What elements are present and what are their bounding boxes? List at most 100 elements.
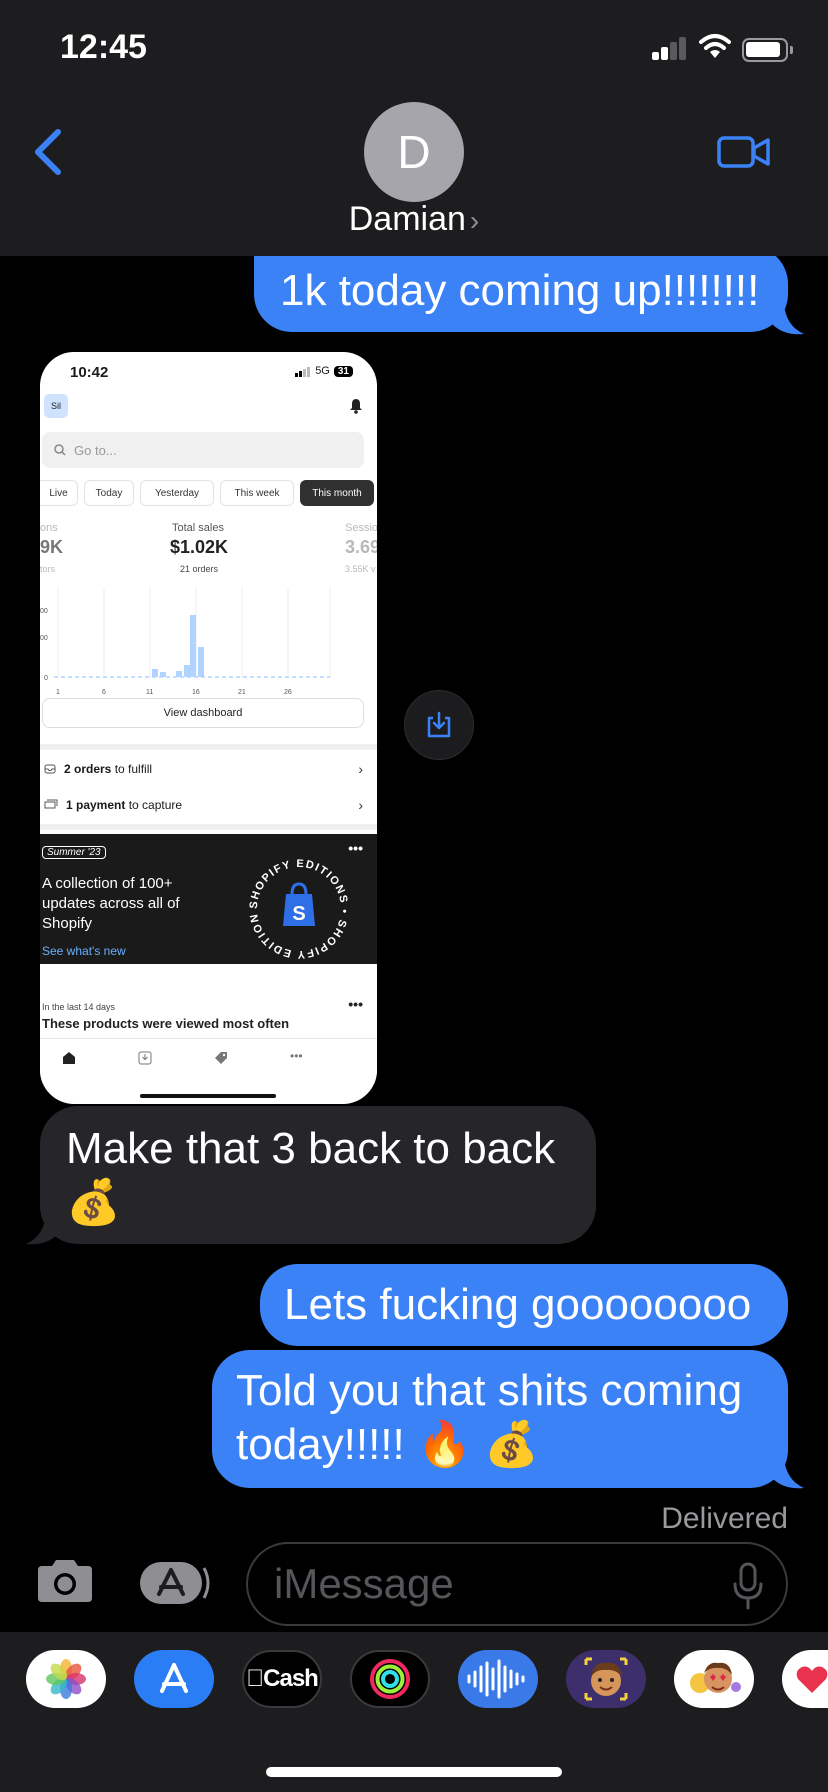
shot-network-label: 5G	[315, 365, 330, 377]
search-icon	[54, 444, 66, 456]
chevron-right-icon: ›	[358, 797, 363, 813]
cash-label: Cash	[254, 1665, 319, 1692]
memoji-stickers-icon	[690, 1662, 741, 1693]
tab-this-month: This month	[300, 480, 374, 506]
facetime-video-icon[interactable]	[716, 132, 772, 172]
shot-status-icons: 5G 31	[295, 365, 353, 377]
left-metric-value: 9K	[40, 537, 64, 557]
wifi-icon	[699, 34, 731, 58]
delivered-status: Delivered	[661, 1502, 788, 1535]
x-tick: 6	[102, 689, 106, 696]
bubble-tail	[26, 1214, 58, 1245]
shot-home-indicator	[140, 1094, 276, 1098]
see-whats-new-link: See what's new	[42, 944, 126, 958]
divider	[40, 744, 377, 750]
back-chevron-icon[interactable]	[28, 124, 68, 180]
digital-touch-app-button[interactable]	[782, 1650, 828, 1708]
sales-bar-chart: 00 00 0 1 6 11 16 21 26	[40, 588, 331, 696]
x-tick: 21	[238, 689, 246, 696]
sessions-label: Sessio	[345, 522, 377, 534]
message-placeholder: iMessage	[274, 1560, 454, 1607]
audio-message-app-button[interactable]	[458, 1650, 538, 1708]
x-tick: 26	[284, 689, 292, 696]
shopify-bag-glyph: S	[292, 903, 305, 925]
apple-cash-app-button[interactable]: Cash	[242, 1650, 322, 1708]
memoji-face-icon	[584, 1657, 628, 1701]
shot-signal-icon	[295, 365, 311, 377]
conversation-header: 12:45 D Damian ›	[0, 0, 828, 256]
payment-to-capture-row: 1 payment to capture ›	[40, 788, 377, 822]
total-sales-label: Total sales	[172, 522, 224, 534]
tab-today: Today	[84, 480, 134, 506]
shot-battery-label: 31	[333, 365, 353, 377]
heart-sticker-icon	[796, 1666, 828, 1693]
cash-icon	[44, 799, 58, 809]
outgoing-message[interactable]: Lets fucking goooooooo	[260, 1264, 788, 1346]
promo-title: A collection of 100+ updates across all …	[42, 875, 180, 932]
avatar-initial: D	[397, 126, 431, 178]
incoming-message[interactable]: Make that 3 back to back 💰	[40, 1106, 596, 1244]
shot-search-bar: Go to...	[42, 432, 364, 468]
bubble-tail	[772, 304, 804, 335]
fulfill-rest: to fulfill	[111, 762, 153, 776]
outgoing-message[interactable]: Told you that shits coming today!!!!! 🔥 …	[212, 1350, 788, 1488]
cellular-signal-icon	[652, 36, 688, 60]
photos-app-button[interactable]	[26, 1650, 106, 1708]
message-text: Make that 3 back to back 💰	[66, 1124, 556, 1227]
chart-bar	[152, 669, 158, 677]
memoji-app-button[interactable]	[566, 1650, 646, 1708]
message-text: 1k today coming up!!!!!!!!	[280, 266, 760, 315]
message-input[interactable]: iMessage	[246, 1542, 788, 1626]
x-tick: 1	[56, 689, 60, 696]
recent-title: These products were viewed most often	[42, 1016, 290, 1031]
message-text: Told you that shits coming today!!!!! 🔥 …	[236, 1366, 743, 1469]
shot-status-time: 10:42	[70, 364, 109, 381]
shopify-editions-card: Summer '23 ••• A collection of 100+ upda…	[40, 834, 377, 964]
more-options-icon: •••	[348, 996, 363, 1012]
date-range-tabs: Live Today Yesterday This week This mont…	[40, 480, 377, 506]
more-icon: •••	[290, 1049, 303, 1063]
activity-app-button[interactable]	[350, 1650, 430, 1708]
tab-live: Live	[40, 480, 78, 506]
chart-bar	[190, 615, 196, 677]
x-tick: 11	[146, 689, 153, 696]
contact-avatar[interactable]: D	[364, 102, 464, 202]
chart-bar	[198, 647, 204, 677]
download-icon	[427, 711, 451, 738]
left-metric-label: ons	[40, 522, 58, 534]
x-tick: 16	[192, 689, 200, 696]
orders-to-fulfill-row: 2 orders to fulfill ›	[40, 752, 377, 786]
save-image-button[interactable]	[404, 690, 474, 760]
store-badge: Sil	[44, 394, 68, 418]
compose-bar: iMessage	[0, 1532, 828, 1632]
bubble-tail	[772, 1458, 804, 1489]
summer-tag: Summer '23	[42, 846, 106, 859]
search-placeholder: Go to...	[74, 442, 117, 458]
camera-icon[interactable]	[34, 1558, 96, 1604]
total-sales-value: $1.02K	[170, 537, 229, 557]
tab-yesterday: Yesterday	[140, 480, 214, 506]
contact-name[interactable]: Damian ›	[0, 200, 828, 239]
payment-count: 1 payment	[66, 798, 126, 812]
battery-icon	[742, 38, 793, 62]
app-store-drawer-icon[interactable]	[138, 1558, 210, 1608]
chevron-right-icon: ›	[469, 205, 480, 236]
shot-bottom-nav: •••	[40, 1038, 377, 1084]
shopify-editions-seal-icon: SHOPIFY EDITIONS • SHOPIFY EDITIONS • S	[244, 854, 349, 960]
y-tick: 0	[44, 675, 48, 682]
photos-icon	[46, 1659, 86, 1699]
memoji-stickers-app-button[interactable]	[674, 1650, 754, 1708]
app-store-app-button[interactable]	[134, 1650, 214, 1708]
chart-bar	[176, 671, 182, 677]
microphone-icon[interactable]	[732, 1562, 764, 1610]
contact-name-label: Damian	[348, 200, 466, 238]
recent-label: In the last 14 days	[42, 1002, 116, 1012]
chevron-right-icon: ›	[358, 761, 363, 777]
left-metric-sub: tors	[40, 564, 56, 574]
audio-waveform-icon	[467, 1659, 525, 1699]
outgoing-message[interactable]: 1k today coming up!!!!!!!!	[254, 246, 788, 332]
orders-icon	[138, 1051, 152, 1068]
sessions-value: 3.69	[345, 537, 377, 557]
shopify-screenshot-image[interactable]: 10:42 5G 31 Sil Go to... Live Today Yest…	[40, 352, 377, 1104]
bell-icon	[350, 399, 362, 414]
